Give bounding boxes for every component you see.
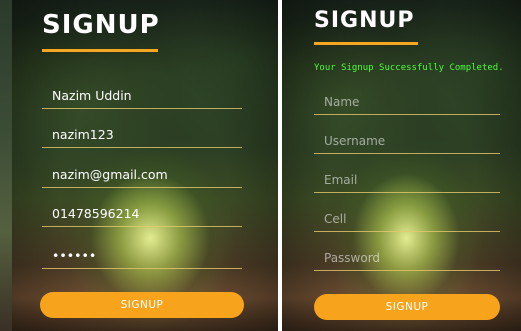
password-placeholder: Password (324, 251, 381, 265)
name-field[interactable]: Name (314, 86, 500, 115)
email-field[interactable]: nazim@gmail.com (42, 159, 242, 188)
signup-title: SIGNUP (314, 8, 415, 33)
email-field[interactable]: Email (314, 164, 500, 193)
background-strip (0, 0, 12, 331)
username-value: nazim123 (52, 127, 114, 142)
signup-panel-filled: SIGNUP Nazim Uddin nazim123 nazim@gmail.… (12, 0, 278, 331)
title-underline (314, 42, 418, 45)
cell-field[interactable]: 01478596214 (42, 198, 242, 227)
signup-button[interactable]: SIGNUP (314, 294, 500, 320)
name-field[interactable]: Nazim Uddin (42, 80, 242, 109)
username-field[interactable]: Username (314, 125, 500, 154)
cell-value: 01478596214 (52, 206, 140, 221)
password-field[interactable]: •••••• (42, 240, 242, 269)
success-message: Your Signup Successfully Completed. (314, 63, 504, 73)
name-value: Nazim Uddin (52, 88, 132, 103)
email-placeholder: Email (324, 173, 358, 187)
title-underline (42, 49, 158, 52)
username-field[interactable]: nazim123 (42, 119, 242, 148)
signup-button[interactable]: SIGNUP (40, 292, 244, 318)
password-value: •••••• (52, 248, 97, 263)
password-field[interactable]: Password (314, 242, 500, 271)
name-placeholder: Name (324, 95, 360, 109)
cell-placeholder: Cell (324, 212, 347, 226)
signup-panel-success: SIGNUP Your Signup Successfully Complete… (282, 0, 521, 331)
email-value: nazim@gmail.com (52, 167, 168, 182)
cell-field[interactable]: Cell (314, 203, 500, 232)
signup-title: SIGNUP (42, 10, 160, 40)
username-placeholder: Username (324, 134, 386, 148)
